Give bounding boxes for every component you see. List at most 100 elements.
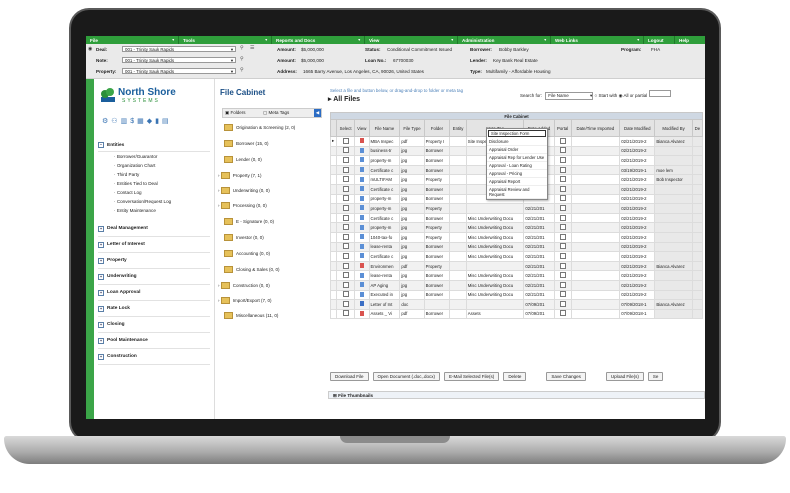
document-icon[interactable]: ▤ bbox=[162, 118, 172, 125]
checkbox[interactable] bbox=[342, 195, 349, 202]
checkbox[interactable] bbox=[342, 243, 349, 250]
checkbox[interactable] bbox=[342, 137, 349, 144]
checkbox[interactable] bbox=[342, 233, 349, 240]
checkbox[interactable] bbox=[559, 137, 566, 144]
portal-cell[interactable] bbox=[553, 164, 572, 176]
checkbox[interactable] bbox=[342, 252, 349, 259]
view-cell[interactable] bbox=[353, 260, 370, 272]
menu-reports[interactable]: Reports and Docs ▼ bbox=[272, 36, 365, 44]
side-tab-strip[interactable] bbox=[86, 79, 94, 419]
dropdown-option[interactable]: Disclosure bbox=[487, 138, 547, 146]
view-cell[interactable] bbox=[353, 279, 370, 291]
radio-start-with[interactable]: ○ bbox=[595, 93, 598, 98]
folder-item[interactable]: › Construction (0, 0) bbox=[218, 280, 270, 290]
menu-view[interactable]: View ▼ bbox=[365, 36, 458, 44]
table-row[interactable]: AP Aging jpg Borrower Misc Underwriting Doc… bbox=[329, 279, 704, 291]
img-file-icon[interactable] bbox=[359, 291, 364, 297]
portal-cell[interactable] bbox=[553, 279, 572, 291]
checkbox[interactable] bbox=[559, 166, 566, 173]
select-cell[interactable] bbox=[336, 289, 355, 301]
nav-section-pool-maintenance[interactable]: + Pool Maintenance bbox=[98, 333, 210, 349]
img-file-icon[interactable] bbox=[359, 282, 364, 288]
portal-cell[interactable] bbox=[553, 289, 572, 301]
menu-help[interactable]: Help bbox=[675, 36, 705, 44]
radio-any[interactable]: ◉ bbox=[619, 93, 623, 98]
folder-item[interactable]: Borrower (15, 0) bbox=[224, 138, 269, 148]
img-file-icon[interactable] bbox=[359, 167, 364, 173]
table-row[interactable]: Certificate c jpg Borrower Misc Underwritin… bbox=[329, 212, 704, 224]
select-cell[interactable] bbox=[336, 183, 355, 195]
portal-cell[interactable] bbox=[553, 299, 572, 310]
checkbox[interactable] bbox=[342, 224, 349, 231]
checkbox[interactable] bbox=[559, 291, 566, 298]
expand-icon[interactable]: + bbox=[98, 289, 104, 296]
menu-web-links[interactable]: Web Links ▼ bbox=[551, 36, 644, 44]
checkbox[interactable] bbox=[559, 224, 566, 231]
view-cell[interactable] bbox=[353, 193, 370, 205]
search-icon[interactable]: ⚲ bbox=[240, 56, 244, 62]
meta-tag-cell[interactable]: Misc Underwriting Docu bbox=[465, 251, 525, 262]
nav-item-contact-log[interactable]: · Contact Log bbox=[98, 188, 210, 197]
select-cell[interactable] bbox=[336, 222, 355, 233]
dropdown-selected[interactable]: Site Inspection Form bbox=[488, 130, 546, 137]
calculator-icon[interactable]: ▦ bbox=[137, 118, 147, 125]
column-header[interactable]: Select bbox=[336, 119, 355, 137]
nav-section-deal-management[interactable]: + Deal Management bbox=[98, 221, 210, 237]
checkbox[interactable] bbox=[559, 243, 566, 250]
folder-item[interactable]: › Import/Export (7, 0) bbox=[218, 295, 272, 305]
menu-file[interactable]: File ▼ bbox=[86, 36, 179, 44]
meta-tag-cell[interactable]: Misc Underwriting Docu bbox=[465, 212, 525, 224]
save-changes-button[interactable]: Save Changes bbox=[546, 372, 586, 381]
portal-cell[interactable] bbox=[553, 308, 572, 320]
search-icon[interactable]: ⚲ bbox=[240, 45, 244, 51]
table-row[interactable]: 1040-tax-fo jpg Property Misc Underwriting … bbox=[329, 231, 704, 243]
expand-icon[interactable]: + bbox=[98, 257, 104, 264]
checkbox[interactable] bbox=[559, 233, 566, 240]
folder-item[interactable]: Origination & Screening (2, 0) bbox=[224, 122, 295, 132]
img-file-icon[interactable] bbox=[359, 147, 364, 153]
nav-section-closing[interactable]: + Closing bbox=[98, 317, 210, 333]
folder-item[interactable]: › Processing (0, 0) bbox=[218, 200, 267, 210]
img-file-icon[interactable] bbox=[359, 157, 364, 163]
view-cell[interactable] bbox=[353, 212, 370, 224]
view-cell[interactable] bbox=[353, 164, 370, 176]
folder-item[interactable]: Investor (0, 0) bbox=[224, 232, 264, 242]
folder-item[interactable]: E - Signature (0, 0) bbox=[224, 216, 274, 226]
folder-item[interactable]: › Property (7, 1) bbox=[218, 170, 262, 180]
checkbox[interactable] bbox=[559, 176, 566, 183]
folder-item[interactable]: Accounting (0, 0) bbox=[224, 248, 270, 258]
nav-item-conversation-log[interactable]: · Conversation/Request Log bbox=[98, 197, 210, 206]
email-files-button[interactable]: E-Mail Selected File(s) bbox=[444, 372, 500, 381]
nav-item-borrower-guarantor[interactable]: · Borrower/Guarantor bbox=[98, 152, 210, 161]
expand-icon[interactable]: + bbox=[98, 273, 104, 280]
table-row[interactable]: lease-renta jpg Borrower Misc Underwriting … bbox=[329, 241, 704, 253]
portal-cell[interactable] bbox=[553, 155, 572, 166]
download-file-button[interactable]: Download File bbox=[330, 372, 369, 381]
portal-cell[interactable] bbox=[553, 212, 572, 224]
checkbox[interactable] bbox=[342, 166, 349, 173]
column-header[interactable]: Date/Time Imported bbox=[570, 119, 621, 137]
folder-item[interactable]: Miscellaneous (11, 0) bbox=[224, 310, 278, 320]
column-header[interactable]: File Type bbox=[399, 119, 425, 137]
search-field-select[interactable]: File Name ▾ bbox=[545, 92, 594, 100]
doc-file-icon[interactable] bbox=[359, 301, 364, 307]
book-icon[interactable]: ▮ bbox=[155, 118, 162, 125]
table-row[interactable]: Certificate c jpg Borrower Misc Underwritin… bbox=[329, 251, 704, 262]
table-row[interactable]: lease-renta jpg Borrower Misc Underwriting … bbox=[329, 270, 704, 281]
checkbox[interactable] bbox=[342, 147, 349, 154]
meta-tag-cell[interactable]: Assets bbox=[465, 308, 525, 320]
checkbox[interactable] bbox=[559, 156, 566, 163]
meta-tag-cell[interactable]: Misc Underwriting Docu bbox=[465, 279, 525, 291]
deal-select[interactable]: 001 - Trinity Sauk Rapids ▼ bbox=[122, 46, 236, 52]
view-cell[interactable] bbox=[353, 203, 370, 214]
people-icon[interactable]: ⚇ bbox=[111, 118, 120, 125]
checkbox[interactable] bbox=[559, 195, 566, 202]
meta-tag-cell[interactable]: Misc Underwriting Docu bbox=[465, 289, 525, 301]
portal-cell[interactable] bbox=[553, 231, 572, 243]
building-icon[interactable]: ▥ bbox=[121, 118, 131, 125]
portal-cell[interactable] bbox=[553, 136, 572, 147]
checkbox[interactable] bbox=[559, 214, 566, 221]
view-cell[interactable] bbox=[353, 308, 370, 320]
img-file-icon[interactable] bbox=[359, 205, 364, 211]
view-cell[interactable] bbox=[353, 231, 370, 243]
